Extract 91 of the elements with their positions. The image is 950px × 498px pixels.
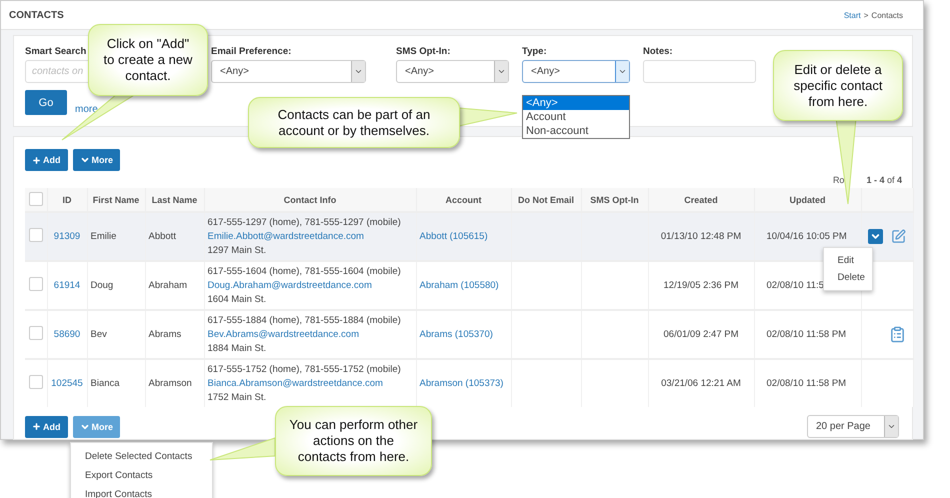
account-link[interactable]: Abbott (105615) <box>420 231 488 242</box>
id-link[interactable]: 58690 <box>54 329 80 340</box>
add-button[interactable]: Add <box>25 416 68 438</box>
email-link[interactable]: Bianca.Abramson@wardstreetdance.com <box>208 378 412 389</box>
chevron-icon <box>870 231 880 242</box>
breadcrumb-link[interactable]: Start <box>844 10 861 20</box>
address-text: 1297 Main St. <box>208 245 268 256</box>
menu-item[interactable]: Delete <box>824 269 872 286</box>
table-cell: Abramson <box>148 378 192 389</box>
chevron-icon <box>354 67 363 76</box>
column-header: ID <box>47 188 87 212</box>
add-button[interactable]: Add <box>25 149 68 171</box>
page-title: CONTACTS <box>9 10 64 20</box>
row-checkbox[interactable] <box>28 277 43 291</box>
plus-icon <box>32 156 41 164</box>
per-page-select[interactable]: 20 per Page <box>807 415 899 438</box>
more-link[interactable]: more <box>75 104 98 115</box>
field-label: SMS Opt-In: <box>396 46 452 57</box>
clipboard-icon[interactable] <box>888 326 906 343</box>
table-cell: Abrams <box>148 329 182 340</box>
row-checkbox[interactable] <box>28 326 43 340</box>
column-header: Created <box>648 188 754 212</box>
id-link[interactable]: 61914 <box>54 280 80 291</box>
email-link[interactable]: Bev.Abrams@wardstreetdance.com <box>208 329 412 340</box>
rows-count: 1 - 4 of 4 <box>866 175 902 185</box>
phone-text: 617-555-1297 (home), 781-555-1297 (mobile) <box>208 217 402 228</box>
table-cell: 12/19/05 2:36 PM <box>664 280 738 291</box>
chevron-icon <box>497 67 506 76</box>
field-label: Notes: <box>643 46 674 57</box>
account-link[interactable]: Abraham (105580) <box>420 280 499 291</box>
phone-text: 617-555-1752 (home), 781-555-1752 (mobile) <box>208 364 402 375</box>
more-button[interactable]: More <box>72 149 120 171</box>
id-link[interactable]: 102545 <box>51 378 83 389</box>
select-field[interactable]: <Any> <box>211 60 366 83</box>
rows-label: Ro <box>832 175 844 185</box>
phone-text: 617-555-1884 (home), 781-555-1884 (mobile) <box>208 315 402 326</box>
table-cell: 03/21/06 12:21 AM <box>661 378 741 389</box>
select-all-checkbox[interactable] <box>28 192 43 206</box>
callout-tooltip: You can perform other actions on the contacts from here. <box>275 406 432 476</box>
table-cell: 10/04/16 10:05 PM <box>766 231 847 242</box>
table-cell: Doug <box>90 280 114 291</box>
row-checkbox[interactable] <box>28 228 43 242</box>
account-link[interactable]: Abramson (105373) <box>420 378 504 389</box>
address-text: 1752 Main St. <box>208 392 268 403</box>
table-cell: Abraham <box>148 280 188 291</box>
chevron-icon <box>80 155 90 165</box>
more-button[interactable]: More <box>72 416 120 438</box>
table-cell: 01/13/10 12:48 PM <box>660 231 742 242</box>
email-link[interactable]: Doug.Abraham@wardstreetdance.com <box>208 280 412 291</box>
row-checkbox[interactable] <box>28 375 43 389</box>
dropdown-option[interactable]: <Any> <box>523 96 629 110</box>
address-text: 1604 Main St. <box>208 294 268 305</box>
menu-item[interactable]: Export Contacts <box>71 466 212 484</box>
notes-field[interactable] <box>643 60 756 83</box>
field-label: Type: <box>522 46 548 57</box>
select-field[interactable]: <Any> <box>396 60 509 83</box>
callout-tooltip: Edit or delete a specific contact from here. <box>773 50 903 121</box>
column-header: Updated <box>754 188 861 212</box>
plus-icon <box>32 422 41 431</box>
table-cell: 02/08/10 11:5 <box>766 280 824 291</box>
table-cell: Bev <box>90 329 107 340</box>
table-cell: Bianca <box>90 378 120 389</box>
chevron-icon <box>887 422 896 431</box>
table-cell: Emilie <box>90 231 116 242</box>
column-header: Account <box>416 188 511 212</box>
chevron-icon <box>618 67 627 76</box>
field-label: Smart Search <box>25 46 88 57</box>
column-header: First Name <box>87 188 145 212</box>
menu-item[interactable]: Edit <box>824 252 872 269</box>
account-link[interactable]: Abrams (105370) <box>420 329 493 340</box>
go-button[interactable]: Go <box>25 90 67 115</box>
callout-tooltip: Click on "Add" to create a new contact. <box>88 24 208 96</box>
phone-text: 617-555-1604 (home), 781-555-1604 (mobile) <box>208 266 402 277</box>
breadcrumb-separator: > <box>864 10 868 20</box>
field-label: Email Preference: <box>211 46 292 57</box>
select-field[interactable]: <Any> <box>522 60 630 83</box>
column-header: Contact Info <box>204 188 416 212</box>
email-link[interactable]: Emilie.Abbott@wardstreetdance.com <box>208 231 412 242</box>
table-cell: 02/08/10 11:58 PM <box>766 378 846 389</box>
table-cell: Abbott <box>148 231 176 242</box>
column-header: SMS Opt-In <box>581 188 648 212</box>
table-cell: 06/01/09 2:47 PM <box>664 329 738 340</box>
edit-icon[interactable] <box>890 229 906 244</box>
row-menu-button[interactable] <box>868 229 882 244</box>
breadcrumb-current: Contacts <box>871 10 903 20</box>
column-header: Last Name <box>145 188 204 212</box>
callout-tooltip: Contacts can be part of an account or by themselves. <box>248 97 460 148</box>
id-link[interactable]: 91309 <box>54 231 80 242</box>
column-header: Do Not Email <box>511 188 581 212</box>
table-cell: 02/08/10 11:58 PM <box>766 329 846 340</box>
address-text: 1884 Main St. <box>208 343 268 354</box>
